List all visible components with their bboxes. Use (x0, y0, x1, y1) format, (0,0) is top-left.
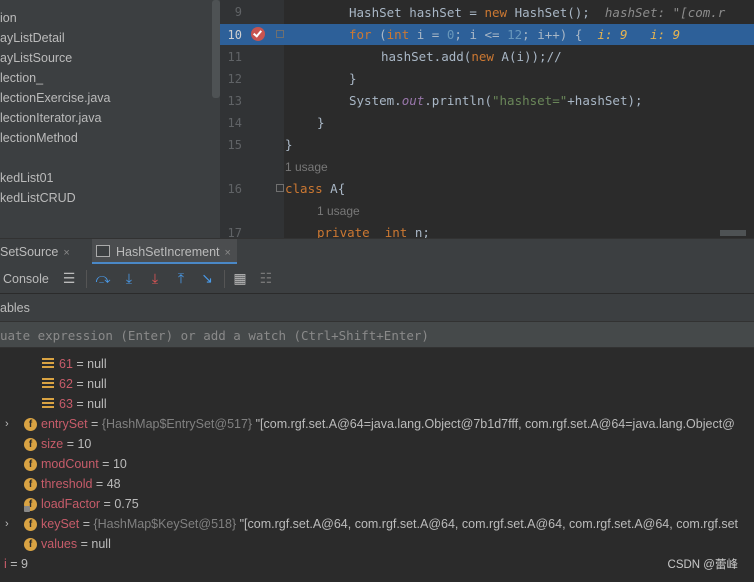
tree-item[interactable]: ayListSource (0, 48, 72, 68)
array-element-icon (42, 378, 54, 390)
final-lock-icon (24, 506, 30, 512)
step-over-icon[interactable]: ⤼ (94, 270, 112, 288)
list-item[interactable]: 61 = null (0, 354, 754, 374)
code-line-9: HashSet hashSet = new HashSet(); hashSet… (349, 5, 726, 20)
project-tree: ion ayListDetail ayListSource lection_ l… (0, 0, 220, 238)
menu-icon[interactable]: ☰ (60, 270, 78, 288)
editor-scrollbar[interactable] (720, 230, 746, 236)
list-item[interactable]: f values = null (0, 534, 754, 554)
expand-arrow-icon[interactable]: › (5, 414, 9, 434)
field-icon: f (24, 458, 37, 471)
code-line-14: } (317, 115, 325, 130)
close-icon[interactable]: × (225, 247, 231, 259)
line-number: 17 (227, 226, 242, 238)
expand-arrow-icon[interactable]: › (5, 514, 9, 534)
list-item[interactable]: f threshold = 48 (0, 474, 754, 494)
debug-tab-bar: SetSource × HashSetIncrement × (0, 238, 754, 265)
line-number: 14 (227, 116, 242, 130)
array-element-icon (42, 358, 54, 370)
run-to-cursor-icon[interactable]: ↘ (198, 270, 216, 288)
list-item[interactable]: 63 = null (0, 394, 754, 414)
step-into-icon[interactable]: ⤓ (120, 270, 138, 288)
force-step-into-icon[interactable]: ⤓ (146, 270, 164, 288)
list-item[interactable]: i = 9 (0, 554, 754, 574)
line-number: 10 (227, 28, 242, 42)
console-tab[interactable]: Console (3, 264, 49, 294)
variables-header: ables (0, 294, 754, 322)
list-item[interactable]: › f entrySet = {HashMap$EntrySet@517} "[… (0, 414, 754, 434)
list-item[interactable]: f size = 10 (0, 434, 754, 454)
code-line-10: for (int i = 0; i <= 12; i++) { i: 9 i: … (349, 27, 681, 42)
line-number: 12 (227, 72, 242, 86)
line-number: 11 (227, 50, 242, 64)
tree-item[interactable]: lectionMethod (0, 128, 78, 148)
fold-icon[interactable] (276, 184, 284, 192)
code-line-17: private int n; (317, 225, 430, 238)
tree-item[interactable]: ayListDetail (0, 28, 65, 48)
code-line-12: } (349, 71, 357, 86)
line-number: 9 (234, 5, 242, 19)
debug-config-icon (96, 245, 110, 257)
code-line-11: hashSet.add(new A(i));// (381, 49, 562, 64)
list-item[interactable]: f modCount = 10 (0, 454, 754, 474)
fold-icon[interactable] (276, 30, 284, 38)
field-icon: f (24, 478, 37, 491)
tree-scrollbar[interactable] (212, 0, 220, 98)
tab-setsource[interactable]: SetSource × (0, 239, 70, 265)
code-editor[interactable]: 9 10 11 12 13 14 15 16 17 HashSet hashSe… (220, 0, 754, 238)
list-item[interactable]: › f keySet = {HashMap$KeySet@518} "[com.… (0, 514, 754, 534)
tree-item[interactable]: lectionIterator.java (0, 108, 101, 128)
tree-item[interactable]: lectionExercise.java (0, 88, 110, 108)
usage-hint[interactable]: 1 usage (317, 204, 360, 218)
breakpoint-icon[interactable] (251, 27, 265, 41)
tree-item[interactable]: kedListCRUD (0, 188, 76, 208)
list-item[interactable]: 62 = null (0, 374, 754, 394)
line-number: 15 (227, 138, 242, 152)
field-icon: f (24, 418, 37, 431)
code-line-16: class A{ (285, 181, 346, 196)
line-number: 16 (227, 182, 242, 196)
array-element-icon (42, 398, 54, 410)
list-item[interactable]: f loadFactor = 0.75 (0, 494, 754, 514)
code-line-13: System.out.println("hashset="+hashSet); (349, 93, 643, 108)
evaluate-icon[interactable]: ▦ (231, 270, 249, 288)
code-line-15: } (285, 137, 293, 152)
tab-hashsetincrement[interactable]: HashSetIncrement × (92, 239, 237, 265)
evaluate-bar (0, 322, 754, 348)
line-number: 13 (227, 94, 242, 108)
field-icon: f (24, 518, 37, 531)
usage-hint[interactable]: 1 usage (285, 160, 328, 174)
step-out-icon[interactable]: ⤒ (172, 270, 190, 288)
evaluate-expression-input[interactable] (0, 322, 754, 348)
tree-item[interactable]: lection_ (0, 68, 43, 88)
watermark: CSDN @蕾峰 (667, 559, 738, 571)
close-icon[interactable]: × (63, 247, 69, 259)
tree-item[interactable]: ion (0, 8, 17, 28)
variables-label: ables (0, 301, 30, 315)
debug-toolbar: Console ☰ ⤼ ⤓ ⤓ ⤒ ↘ ▦ ☷ (0, 264, 754, 294)
field-icon: f (24, 438, 37, 451)
trace-icon[interactable]: ☷ (257, 270, 275, 288)
field-icon: f (24, 538, 37, 551)
variables-list: 61 = null 62 = null 63 = null › f entryS… (0, 352, 754, 582)
tree-item[interactable]: kedList01 (0, 168, 54, 188)
